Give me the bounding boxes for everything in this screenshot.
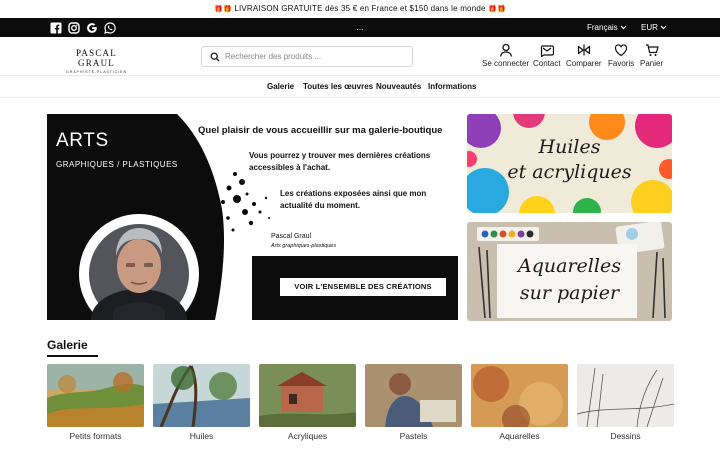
hero-paragraph-1: Vous pourrez y trouver mes dernières cré… xyxy=(249,151,431,172)
user-icon xyxy=(499,43,512,57)
gallery-card-pastels[interactable]: Pastels xyxy=(365,364,462,441)
banner-watercolors-line1: Aquarelles xyxy=(518,255,621,277)
oil-painting-thumbnail xyxy=(153,364,250,427)
gallery-label: Huiles xyxy=(189,431,214,441)
gallery-card-acryliques[interactable]: Acryliques xyxy=(259,364,356,441)
currency-selector[interactable]: EUR xyxy=(641,18,667,37)
search-icon xyxy=(210,52,220,62)
search-input[interactable] xyxy=(225,49,405,64)
compare-label: Comparer xyxy=(566,59,602,68)
contact-label: Contact xyxy=(533,59,561,68)
favorites-button[interactable]: Favoris xyxy=(608,43,634,68)
mail-icon xyxy=(540,45,554,57)
hero-headline: Quel plaisir de vous accueillir sur ma g… xyxy=(198,125,443,136)
hero-subtitle: GRAPHIQUES / PLASTIQUES xyxy=(56,160,178,169)
hero-signature-role: Arts graphiques-plastiques xyxy=(271,243,337,249)
gallery-card-aquarelles[interactable]: Aquarelles xyxy=(471,364,568,441)
login-label: Se connecter xyxy=(482,59,530,68)
gallery-label: Dessins xyxy=(610,431,641,441)
gallery-label: Pastels xyxy=(399,431,428,441)
hero-paragraph-2: Les créations exposées ainsi que mon act… xyxy=(280,189,427,210)
logo-subtitle: GRAPHISTE-PLASTICIEN xyxy=(66,70,127,74)
nav-item-toutes-oeuvres[interactable]: Toutes les œuvres xyxy=(303,76,373,98)
gallery-label: Acryliques xyxy=(287,431,328,441)
gift-icon: 🎁🎁 xyxy=(214,5,232,13)
cart-button[interactable]: Panier xyxy=(640,43,663,68)
language-label: Français xyxy=(587,23,618,32)
hero-signature: Pascal Graul xyxy=(271,233,312,240)
favorites-label: Favoris xyxy=(608,59,635,68)
compare-icon xyxy=(577,44,590,56)
banner-oils-line2: et acryliques xyxy=(507,161,632,183)
hero-banner: ARTS GRAPHIQUES / PLASTIQUES Quel plaisi… xyxy=(47,114,458,320)
gallery-title-underline xyxy=(47,355,98,357)
logo-name: PASCAL GRAUL xyxy=(76,48,117,68)
contact-button[interactable]: Contact xyxy=(533,43,561,68)
heart-icon xyxy=(615,44,628,57)
search-box[interactable] xyxy=(201,46,413,67)
watercolor-thumbnail xyxy=(471,364,568,427)
gallery-card-petits-formats[interactable]: Petits formats xyxy=(47,364,144,441)
banner-oils-acrylics[interactable]: Huiles et acryliques xyxy=(467,114,672,213)
gallery-label: Aquarelles xyxy=(499,431,540,441)
banner-watercolors-line2: sur papier xyxy=(519,282,620,304)
nav-item-informations[interactable]: Informations xyxy=(428,76,476,98)
gift-icon: 🎁🎁 xyxy=(488,5,506,13)
chevron-down-icon xyxy=(620,25,627,30)
chevron-down-icon xyxy=(660,25,667,30)
site-logo[interactable]: PASCAL GRAUL GRAPHISTE-PLASTICIEN xyxy=(59,48,134,74)
nav-item-galerie[interactable]: Galerie xyxy=(267,76,294,98)
currency-label: EUR xyxy=(641,23,658,32)
compare-button[interactable]: Comparer xyxy=(566,43,602,68)
cart-label: Panier xyxy=(640,59,664,68)
announcement-bar: 🎁🎁 LIVRAISON GRATUITE dès 35 € en France… xyxy=(0,0,720,18)
hero-arts-title: ARTS xyxy=(56,130,109,151)
cart-icon xyxy=(645,44,659,56)
login-button[interactable]: Se connecter xyxy=(482,43,529,68)
view-all-creations-button[interactable]: VOIR L'ENSEMBLE DES CRÉATIONS xyxy=(280,278,446,296)
main-nav: Galerie Toutes les œuvres Nouveautés Inf… xyxy=(0,76,720,98)
nav-item-nouveautes[interactable]: Nouveautés xyxy=(376,76,421,98)
top-bar: ... Français EUR xyxy=(0,18,720,37)
landscape-painting-thumbnail xyxy=(47,364,144,427)
banner-oils-line1: Huiles xyxy=(538,136,601,158)
language-selector[interactable]: Français xyxy=(587,18,627,37)
gallery-card-huiles[interactable]: Huiles xyxy=(153,364,250,441)
gallery-label: Petits formats xyxy=(69,431,122,441)
pastel-drawing-thumbnail xyxy=(365,364,462,427)
site-header: PASCAL GRAUL GRAPHISTE-PLASTICIEN Se con… xyxy=(0,37,720,76)
drawing-thumbnail xyxy=(577,364,674,427)
gallery-title: Galerie xyxy=(47,338,88,352)
acrylic-painting-thumbnail xyxy=(259,364,356,427)
announcement-text: LIVRAISON GRATUITE dès 35 € en France et… xyxy=(234,4,486,13)
banner-watercolors[interactable]: Aquarelles sur papier xyxy=(467,222,672,321)
gallery-card-dessins[interactable]: Dessins xyxy=(577,364,674,441)
